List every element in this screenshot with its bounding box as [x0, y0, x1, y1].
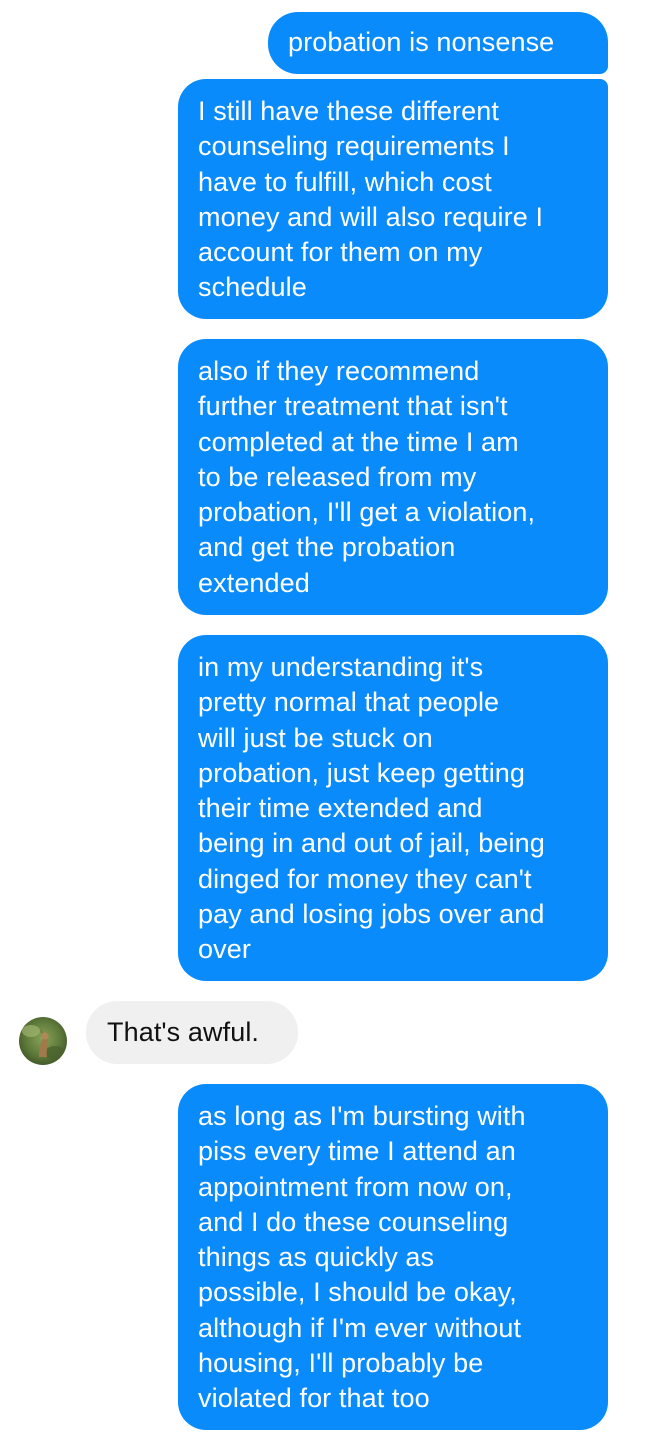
- outgoing-message-bubble[interactable]: also if they recommend further treatment…: [178, 339, 608, 615]
- contact-avatar-photo-icon: [19, 1017, 67, 1065]
- message-thread: probation is nonsense I still have these…: [0, 0, 648, 1443]
- outgoing-message-bubble[interactable]: in my understanding it's pretty normal t…: [178, 635, 608, 981]
- incoming-message-bubble[interactable]: That's awful.: [86, 1001, 298, 1064]
- contact-avatar[interactable]: [19, 1017, 67, 1065]
- outgoing-message-bubble[interactable]: as long as I'm bursting with piss every …: [178, 1084, 608, 1430]
- outgoing-message-bubble[interactable]: I still have these different counseling …: [178, 79, 608, 319]
- outgoing-message-bubble[interactable]: probation is nonsense: [268, 12, 608, 74]
